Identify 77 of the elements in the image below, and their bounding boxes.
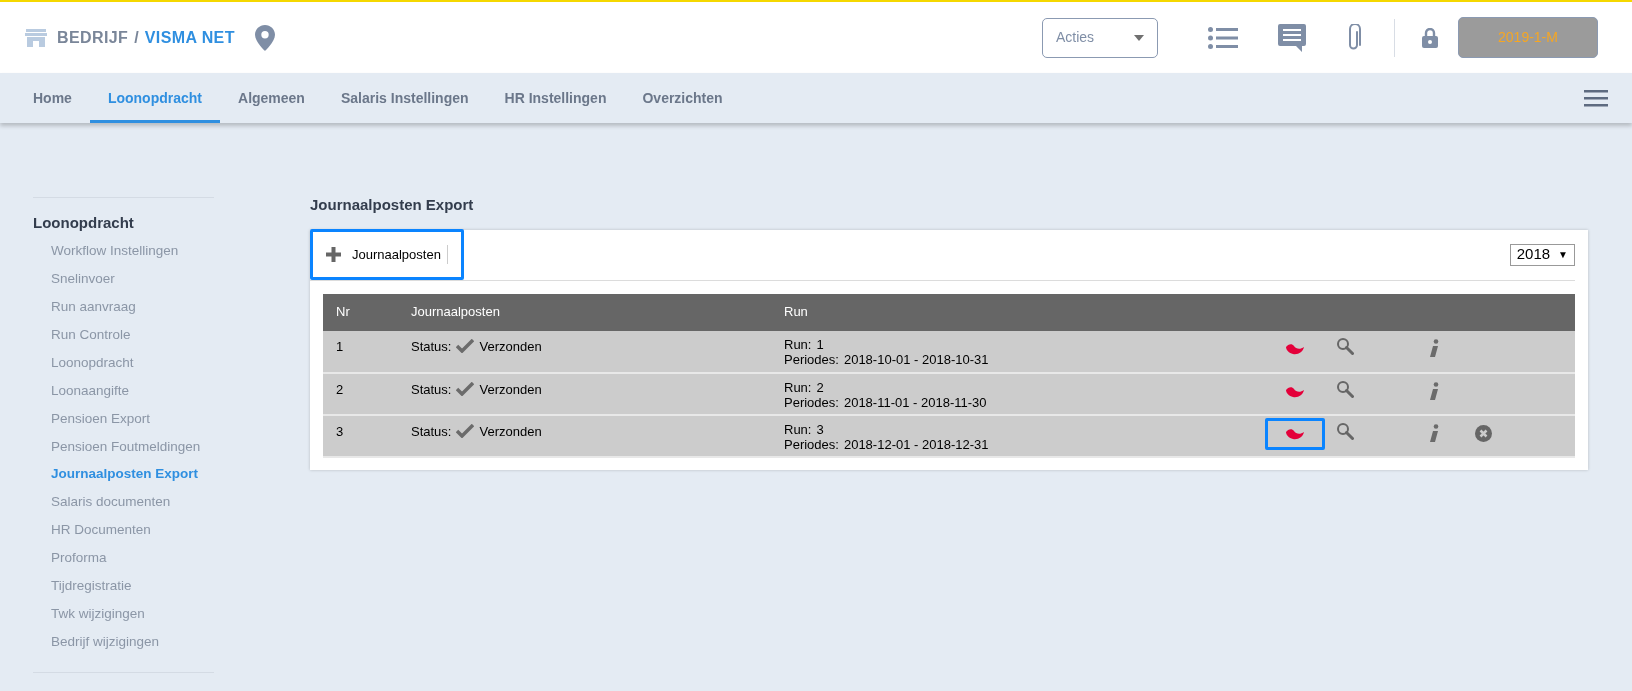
status-text: Verzonden bbox=[479, 380, 542, 399]
run-number: 3 bbox=[816, 421, 824, 437]
nav-tab[interactable]: Overzichten bbox=[624, 73, 741, 123]
column-header: Nr bbox=[323, 293, 398, 331]
sidebar-title: Loonopdracht bbox=[33, 213, 135, 233]
column-header: Journaalposten bbox=[398, 293, 771, 331]
run-number: 2 bbox=[816, 379, 824, 395]
period-range: 2018-12-01 - 2018-12-31 bbox=[843, 436, 989, 452]
run-label: Run: bbox=[784, 421, 812, 437]
paperclip-icon[interactable] bbox=[1346, 23, 1362, 52]
info-icon[interactable] bbox=[1428, 338, 1440, 359]
search-icon[interactable] bbox=[1336, 336, 1354, 355]
sidebar-item[interactable]: Salaris documenten bbox=[51, 488, 214, 517]
sidebar-item[interactable]: HR Documenten bbox=[51, 516, 214, 545]
sidebar-item[interactable]: Snelinvoer bbox=[51, 265, 214, 294]
swoosh-icon bbox=[1285, 427, 1305, 440]
period-button[interactable]: 2019-1-M bbox=[1458, 17, 1598, 58]
column-header: Run bbox=[771, 293, 1291, 331]
sidebar-item[interactable]: Proforma bbox=[51, 544, 214, 573]
check-icon bbox=[456, 382, 475, 397]
environment-link[interactable]: VISMA NET bbox=[144, 25, 235, 50]
nav-tab[interactable]: Salaris Instellingen bbox=[322, 73, 487, 123]
sidebar-item[interactable]: Run Controle bbox=[51, 321, 214, 350]
nav-tab[interactable]: Algemeen bbox=[220, 73, 323, 123]
sidebar-item[interactable]: Pensioen Export bbox=[51, 404, 214, 433]
status-text: Verzonden bbox=[479, 422, 542, 441]
search-icon[interactable] bbox=[1336, 421, 1354, 440]
comment-icon[interactable] bbox=[1278, 23, 1306, 52]
export-button[interactable] bbox=[1265, 417, 1325, 450]
check-icon bbox=[456, 424, 475, 439]
swoosh-icon bbox=[1285, 385, 1305, 398]
nav-tab[interactable]: HR Instellingen bbox=[486, 73, 625, 123]
list-icon[interactable] bbox=[1208, 26, 1238, 49]
table-cell: 3 bbox=[336, 423, 344, 439]
sidebar-item[interactable]: Run aanvraag bbox=[51, 293, 214, 322]
status-label: Status: bbox=[411, 422, 452, 441]
period-label: Periodes: bbox=[784, 394, 839, 410]
location-pin-icon[interactable] bbox=[254, 24, 275, 51]
nav-tab[interactable]: Loonopdracht bbox=[89, 73, 220, 123]
store-icon bbox=[25, 27, 47, 48]
status-label: Status: bbox=[411, 337, 452, 356]
info-icon[interactable] bbox=[1428, 381, 1440, 402]
period-label: Periodes: bbox=[784, 351, 839, 367]
run-label: Run: bbox=[784, 336, 812, 352]
period-range: 2018-10-01 - 2018-10-31 bbox=[843, 351, 989, 367]
period-label: Periodes: bbox=[784, 436, 839, 452]
delete-icon[interactable] bbox=[1475, 424, 1492, 442]
sidebar-item[interactable]: Tijdregistratie bbox=[51, 572, 214, 601]
table-cell: 2 bbox=[336, 381, 344, 397]
sidebar-item[interactable]: Bedrijf wijzigingen bbox=[51, 627, 214, 656]
search-icon[interactable] bbox=[1336, 379, 1354, 398]
period-range: 2018-11-01 - 2018-11-30 bbox=[843, 394, 987, 410]
page-title: Journaalposten Export bbox=[310, 195, 475, 215]
year-select[interactable]: 2018 ▼ bbox=[1509, 243, 1575, 266]
sidebar-item[interactable]: Pensioen Foutmeldingen bbox=[51, 432, 214, 461]
lock-icon[interactable] bbox=[1422, 27, 1438, 48]
run-number: 1 bbox=[816, 336, 824, 352]
check-icon bbox=[456, 339, 475, 354]
company-name: BEDRIJF bbox=[57, 27, 129, 48]
sidebar-item[interactable]: Twk wijzigingen bbox=[51, 600, 214, 628]
run-label: Run: bbox=[784, 379, 812, 395]
breadcrumb-separator: / bbox=[134, 27, 139, 48]
info-icon[interactable] bbox=[1428, 423, 1440, 444]
sidebar-item[interactable]: Loonaangifte bbox=[51, 376, 214, 405]
plus-icon bbox=[326, 247, 341, 262]
caret-icon bbox=[1134, 34, 1144, 41]
sidebar-item[interactable]: Journaalposten Export bbox=[51, 460, 214, 489]
menu-icon[interactable] bbox=[1584, 89, 1608, 107]
add-journal-button[interactable]: Journaalposten bbox=[310, 229, 464, 280]
swoosh-icon bbox=[1285, 342, 1305, 355]
sidebar-item[interactable]: Loonopdracht bbox=[51, 349, 214, 377]
status-text: Verzonden bbox=[479, 337, 542, 356]
status-label: Status: bbox=[411, 380, 452, 399]
table-cell: 1 bbox=[336, 338, 344, 354]
nav-tab[interactable]: Home bbox=[15, 73, 90, 123]
sidebar-item[interactable]: Workflow Instellingen bbox=[51, 237, 214, 266]
actions-dropdown[interactable]: Acties bbox=[1042, 17, 1158, 58]
